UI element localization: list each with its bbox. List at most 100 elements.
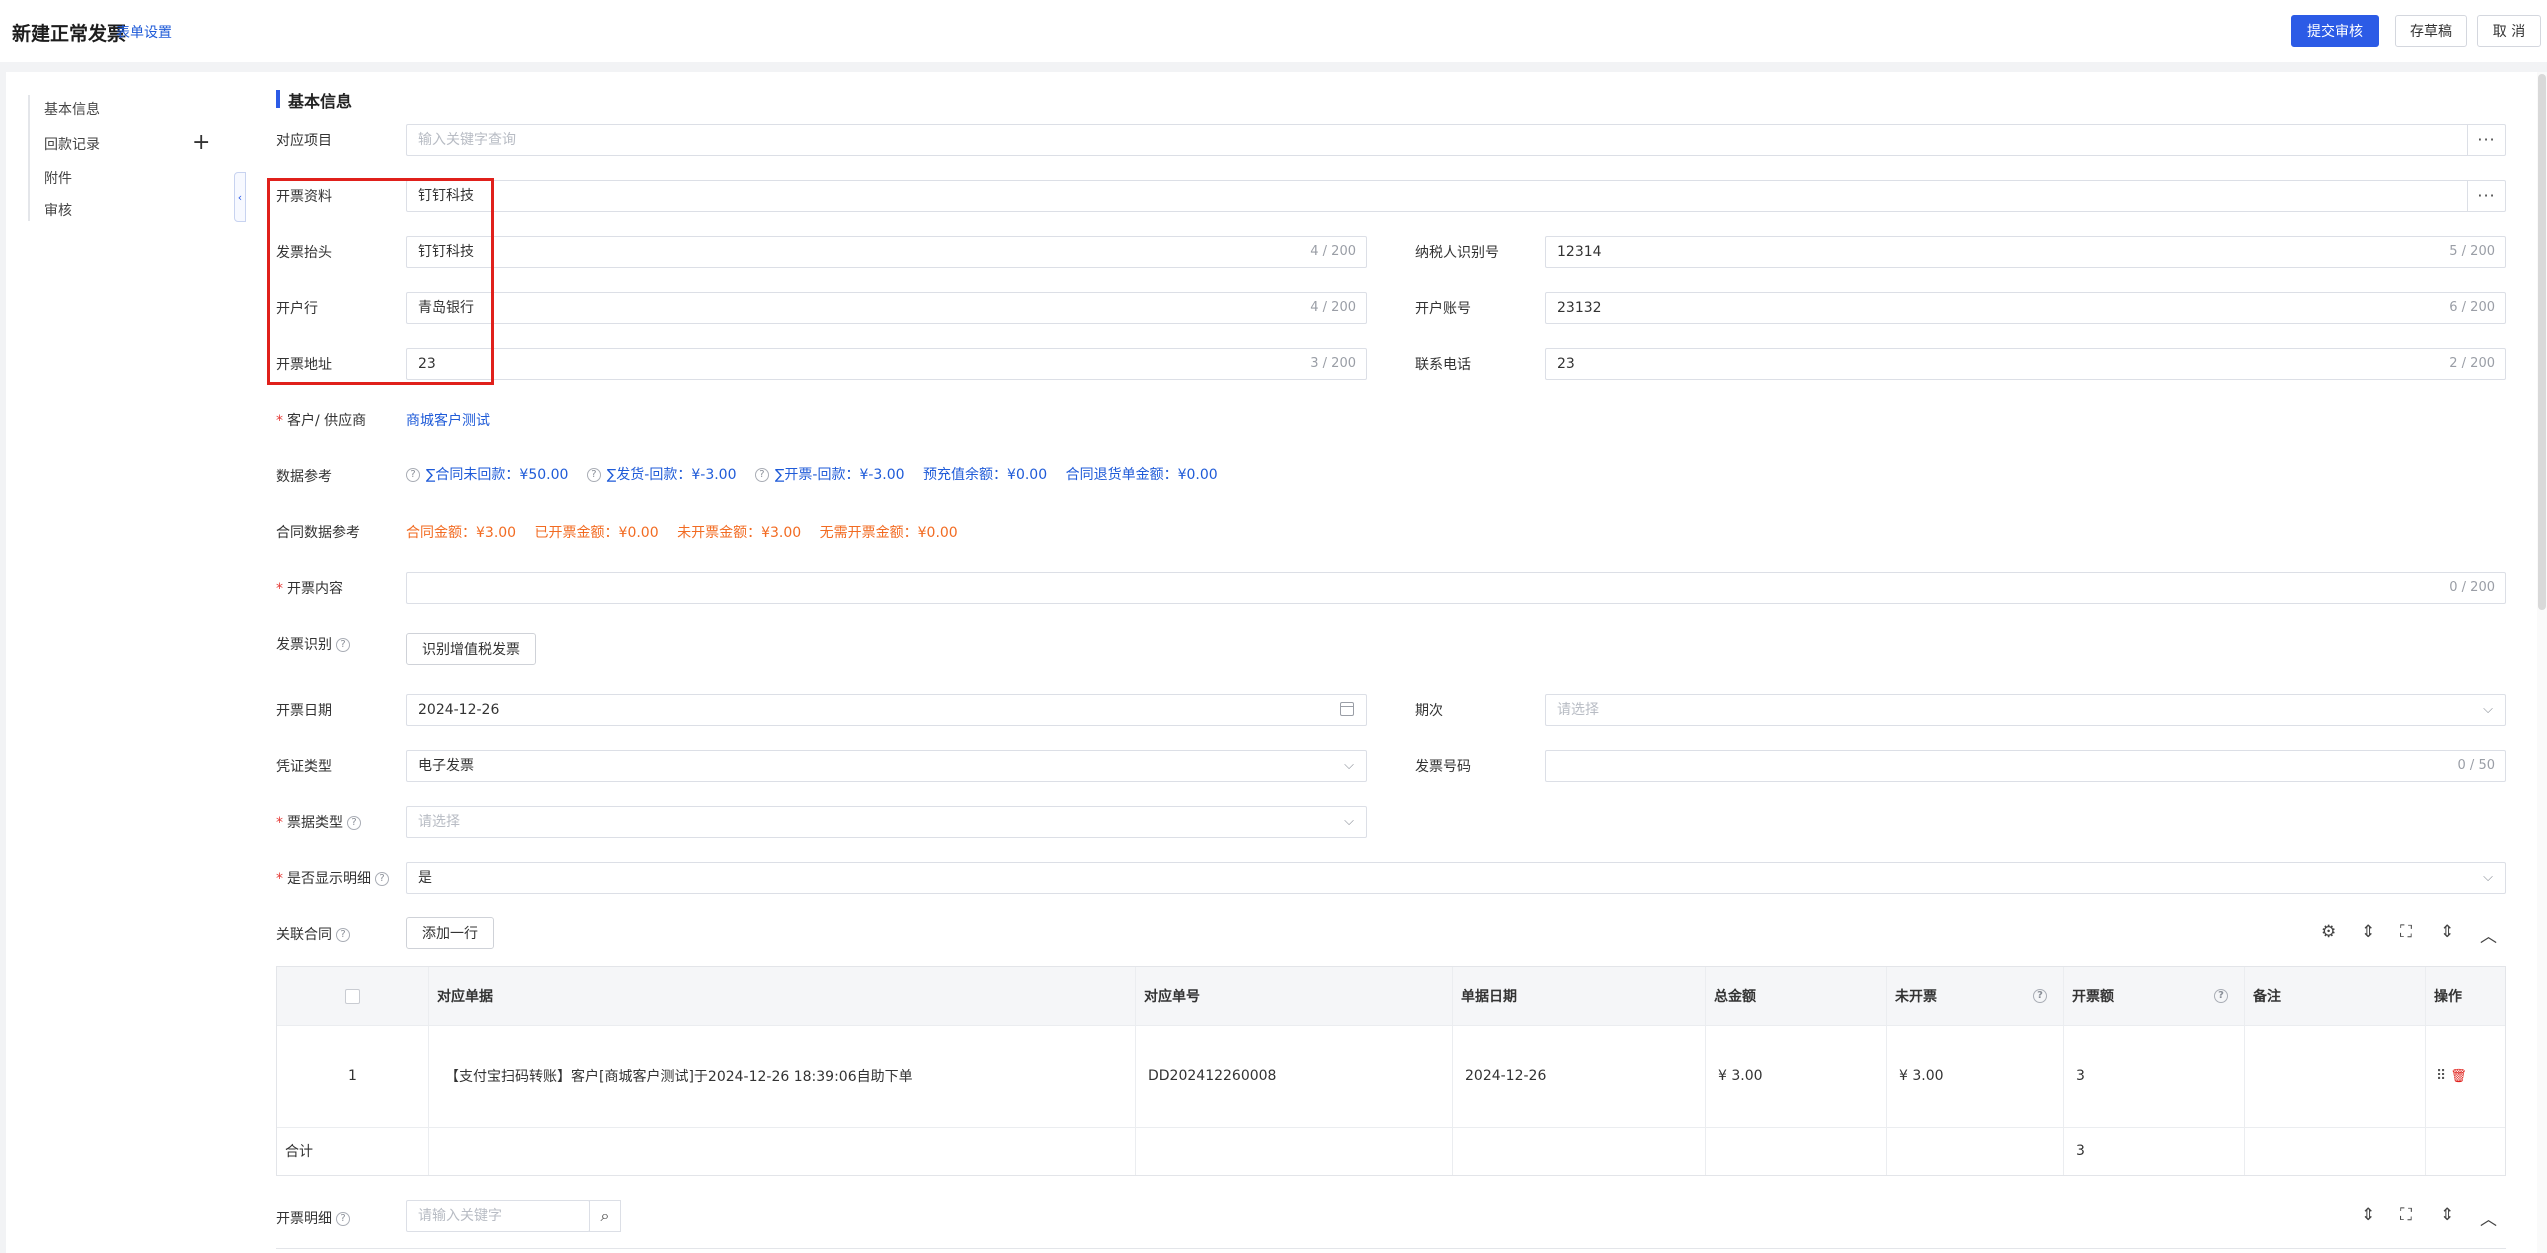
top-bar: 新建正常发票 表单设置 提交审核 存草稿 取 消 bbox=[0, 0, 2547, 62]
sidebar-item-payment-records[interactable]: 回款记录 bbox=[44, 134, 100, 154]
invoice-detail-label: 开票明细? bbox=[276, 1208, 356, 1228]
sidebar-item-review[interactable]: 审核 bbox=[44, 200, 72, 220]
density-icon[interactable]: ⇕ bbox=[2361, 1205, 2375, 1225]
invoice-header-input[interactable]: 钉钉科技 4 / 200 bbox=[406, 236, 1367, 268]
bank-input[interactable]: 青岛银行 4 / 200 bbox=[406, 292, 1367, 324]
phone-label: 联系电话 bbox=[1415, 357, 1471, 373]
chevron-down-icon: ⌵ bbox=[2483, 870, 2493, 885]
sidebar-collapse-toggle[interactable]: ‹ bbox=[234, 172, 246, 222]
row-date: 2024-12-26 bbox=[1453, 1025, 1706, 1127]
calendar-icon[interactable] bbox=[1340, 702, 1354, 716]
section-title: 基本信息 bbox=[288, 92, 353, 111]
delete-icon[interactable]: 🗑 bbox=[2450, 1069, 2467, 1084]
select-all-checkbox[interactable] bbox=[345, 988, 360, 1004]
row-amount[interactable]: 3 bbox=[2064, 1025, 2245, 1127]
related-contract-table: 对应单据 对应单号 单据日期 总金额 未开票? 开票额? 备注 操作 1 【支付… bbox=[276, 966, 2506, 1176]
sidebar-item-basic-info[interactable]: 基本信息 bbox=[44, 99, 100, 119]
settings-icon[interactable]: ⚙ bbox=[2321, 922, 2336, 942]
search-button[interactable]: ⌕ bbox=[589, 1200, 621, 1232]
add-row-button[interactable]: 添加一行 bbox=[406, 917, 494, 949]
contract-ref-item: 已开票金额：¥0.00 bbox=[534, 525, 659, 541]
data-ref-item[interactable]: ∑发货-回款：¥-3.00 bbox=[607, 467, 737, 483]
invoice-data-input[interactable]: 钉钉科技 ··· bbox=[406, 180, 2506, 212]
help-icon[interactable]: ? bbox=[347, 816, 361, 830]
row-remark[interactable] bbox=[2245, 1025, 2426, 1127]
project-more-button[interactable]: ··· bbox=[2467, 125, 2505, 155]
data-ref-item[interactable]: ∑开票-回款：¥-3.00 bbox=[775, 467, 905, 483]
data-ref-item[interactable]: 预充值余额：¥0.00 bbox=[923, 467, 1047, 483]
row-height-icon[interactable]: ⇕ bbox=[2440, 1205, 2454, 1225]
row-doc: 【支付宝扫码转账】客户[商城客户测试]于2024-12-26 18:39:06自… bbox=[429, 1025, 1136, 1127]
help-icon[interactable]: ? bbox=[336, 1212, 350, 1226]
bank-counter: 4 / 200 bbox=[1310, 300, 1356, 315]
help-icon[interactable]: ? bbox=[754, 468, 769, 482]
contract-ref-label: 合同数据参考 bbox=[276, 525, 360, 541]
help-icon[interactable]: ? bbox=[375, 872, 389, 886]
project-label: 对应项目 bbox=[276, 133, 332, 149]
ticket-type-label: * 票据类型? bbox=[276, 812, 367, 832]
table-top-border bbox=[276, 1248, 2506, 1249]
total-amount: 3 bbox=[2064, 1127, 2245, 1175]
invoice-date-value: 2024-12-26 bbox=[418, 702, 500, 718]
period-select[interactable]: 请选择 ⌵ bbox=[1545, 694, 2506, 726]
invoice-data-more-button[interactable]: ··· bbox=[2467, 181, 2505, 211]
help-icon[interactable]: ? bbox=[336, 638, 350, 652]
show-detail-select[interactable]: 是 ⌵ bbox=[406, 862, 2506, 894]
row-doc-no-link[interactable]: DD202412260008 bbox=[1136, 1025, 1453, 1127]
fullscreen-icon[interactable]: ⛶ bbox=[2400, 1205, 2412, 1225]
account-value: 23132 bbox=[1557, 300, 1602, 316]
help-icon[interactable]: ? bbox=[406, 468, 420, 482]
scrollbar-thumb[interactable] bbox=[2538, 74, 2546, 610]
collapse-icon[interactable]: ︿ bbox=[2480, 922, 2497, 947]
fullscreen-icon[interactable]: ⛶ bbox=[2400, 922, 2412, 942]
voucher-type-select[interactable]: 电子发票 ⌵ bbox=[406, 750, 1367, 782]
taxpayer-id-label: 纳税人识别号 bbox=[1415, 245, 1499, 261]
chevron-down-icon: ⌵ bbox=[1344, 814, 1354, 829]
customer-label: * 客户/ 供应商 bbox=[276, 413, 367, 429]
density-icon[interactable]: ⇕ bbox=[2361, 922, 2375, 942]
cancel-button[interactable]: 取 消 bbox=[2477, 15, 2541, 47]
taxpayer-id-input[interactable]: 12314 5 / 200 bbox=[1545, 236, 2506, 268]
content-input[interactable]: 0 / 200 bbox=[406, 572, 2506, 604]
ticket-type-select[interactable]: 请选择 ⌵ bbox=[406, 806, 1367, 838]
invoice-date-label: 开票日期 bbox=[276, 703, 332, 719]
data-ref-label: 数据参考 bbox=[276, 469, 332, 485]
column-header: 总金额 bbox=[1706, 967, 1887, 1025]
help-icon[interactable]: ? bbox=[336, 928, 350, 942]
help-icon[interactable]: ? bbox=[2214, 989, 2228, 1003]
sidebar bbox=[6, 72, 246, 1253]
help-icon[interactable]: ? bbox=[586, 468, 601, 482]
phone-input[interactable]: 23 2 / 200 bbox=[1545, 348, 2506, 380]
account-input[interactable]: 23132 6 / 200 bbox=[1545, 292, 2506, 324]
column-header: 对应单号 bbox=[1136, 967, 1453, 1025]
invoice-date-input[interactable]: 2024-12-26 bbox=[406, 694, 1367, 726]
contract-ref-item: 无需开票金额：¥0.00 bbox=[819, 525, 958, 541]
contract-ref-row: 合同金额：¥3.00 已开票金额：¥0.00 未开票金额：¥3.00 无需开票金… bbox=[406, 522, 958, 542]
data-ref-item[interactable]: ∑合同未回款：¥50.00 bbox=[426, 467, 568, 483]
row-height-icon[interactable]: ⇕ bbox=[2440, 922, 2454, 942]
invoice-no-input[interactable]: 0 / 50 bbox=[1545, 750, 2506, 782]
form-setting-link[interactable]: 表单设置 bbox=[116, 22, 172, 42]
column-header: 对应单据 bbox=[429, 967, 1136, 1025]
row-total: ¥ 3.00 bbox=[1706, 1025, 1887, 1127]
add-payment-record-icon[interactable]: + bbox=[192, 130, 210, 155]
chevron-down-icon: ⌵ bbox=[2483, 702, 2493, 717]
drag-handle-icon[interactable]: ⠿ bbox=[2436, 1068, 2446, 1084]
data-ref-item[interactable]: 合同退货单金额：¥0.00 bbox=[1066, 467, 1218, 483]
invoice-detail-search-input[interactable]: 请输入关键字 bbox=[406, 1200, 590, 1232]
sidebar-item-attachment[interactable]: 附件 bbox=[44, 168, 72, 188]
submit-button[interactable]: 提交审核 bbox=[2291, 15, 2379, 47]
collapse-icon[interactable]: ︿ bbox=[2480, 1205, 2497, 1230]
save-draft-button[interactable]: 存草稿 bbox=[2395, 15, 2467, 47]
page-title: 新建正常发票 bbox=[12, 23, 127, 45]
data-ref-row: ? ∑合同未回款：¥50.00 ? ∑发货-回款：¥-3.00 ? ∑开票-回款：¥-… bbox=[406, 464, 1218, 484]
recognize-vat-button[interactable]: 识别增值税发票 bbox=[406, 633, 536, 665]
help-icon[interactable]: ? bbox=[2033, 989, 2047, 1003]
address-input[interactable]: 23 3 / 200 bbox=[406, 348, 1367, 380]
column-header: 开票额? bbox=[2064, 967, 2245, 1025]
customer-link[interactable]: 商城客户测试 bbox=[406, 410, 490, 430]
project-input[interactable]: 输入关键字查询 ··· bbox=[406, 124, 2506, 156]
row-unbilled: ¥ 3.00 bbox=[1887, 1025, 2064, 1127]
search-icon: ⌕ bbox=[600, 1206, 610, 1225]
recognize-label: 发票识别? bbox=[276, 634, 356, 654]
